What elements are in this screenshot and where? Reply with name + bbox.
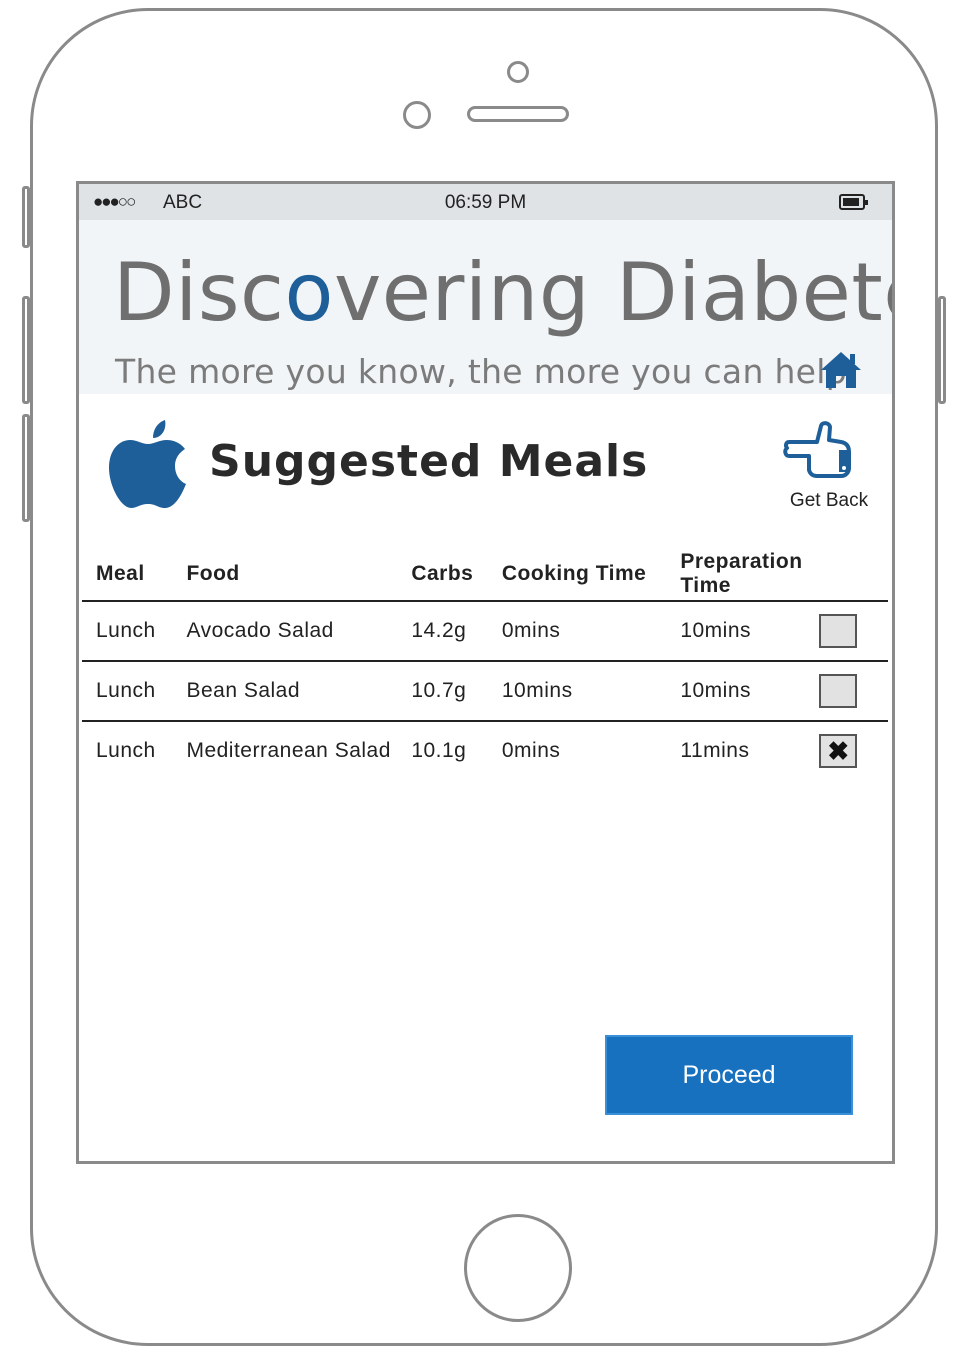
cell-select: ✖ — [819, 721, 888, 780]
meal-select-checkbox[interactable]: ✖ — [819, 734, 858, 768]
app-title-part1: Disc — [113, 246, 285, 339]
cell-meal: Lunch — [82, 661, 187, 722]
cell-preparation-time: 10mins — [680, 601, 820, 662]
app-tagline: The more you know, the more you can help… — [115, 352, 858, 391]
power-button[interactable] — [938, 296, 946, 404]
cell-preparation-time: 11mins — [680, 739, 750, 762]
table-row[interactable]: Lunch Mediterranean Salad 10.1g 0mins 11… — [82, 721, 888, 780]
column-header-select — [819, 544, 888, 602]
cell-select — [819, 661, 888, 722]
cell-food: Bean Salad — [186, 661, 412, 722]
front-camera — [507, 61, 529, 83]
column-header-carbs: Carbs — [411, 544, 502, 602]
cell-preparation-time: 10mins — [680, 661, 820, 722]
app-screen: ●●●○○ ABC 06:59 PM Discovering Diabetes … — [76, 181, 895, 1164]
page-title: Suggested Meals — [209, 436, 649, 487]
column-header-meal: Meal — [82, 544, 187, 602]
cell-food: Avocado Salad — [186, 601, 412, 662]
column-header-preparation-time: Preparation Time — [680, 544, 820, 602]
mute-switch[interactable] — [22, 186, 30, 248]
meal-select-checkbox[interactable] — [819, 614, 858, 648]
checked-x-icon: ✖ — [827, 736, 850, 766]
cell-cooking-time: 0mins — [501, 739, 561, 762]
proceed-button[interactable]: Proceed — [605, 1035, 853, 1115]
column-header-cooking-time: Cooking Time — [501, 544, 681, 602]
hardware-home-button[interactable] — [464, 1214, 572, 1322]
cell-select — [819, 601, 888, 662]
get-back-label: Get Back — [789, 490, 869, 511]
cell-carbs: 14.2g — [411, 601, 502, 662]
battery-icon — [839, 194, 868, 210]
app-title: Discovering Diabetes — [113, 246, 892, 339]
cell-meal: Lunch — [82, 601, 187, 662]
cell-cooking-time: 0mins — [501, 601, 681, 662]
volume-down-button[interactable] — [22, 414, 30, 522]
table-header-row: Meal Food Carbs Cooking Time Preparation… — [82, 544, 888, 602]
get-back-button[interactable]: Get Back — [779, 420, 879, 516]
proximity-sensor — [403, 101, 431, 129]
volume-up-button[interactable] — [22, 296, 30, 404]
earpiece-speaker — [467, 106, 569, 122]
cell-carbs: 10.1g — [411, 739, 467, 762]
status-time: 06:59 PM — [444, 192, 527, 213]
meal-select-checkbox[interactable] — [819, 674, 858, 708]
table-row[interactable]: Lunch Bean Salad 10.7g 10mins 10mins — [82, 661, 888, 722]
home-icon[interactable] — [819, 350, 863, 390]
app-title-logo-o: o — [284, 246, 334, 339]
apple-icon — [109, 420, 186, 508]
pointing-hand-icon — [783, 421, 851, 478]
app-title-part2: vering Diabetes — [333, 246, 892, 339]
table-row[interactable]: Lunch Avocado Salad 14.2g 0mins 10mins — [82, 601, 888, 662]
status-bar: ●●●○○ ABC 06:59 PM — [79, 184, 892, 220]
suggested-meals-table: Meal Food Carbs Cooking Time Preparation… — [82, 544, 888, 780]
cell-carbs: 10.7g — [411, 661, 502, 722]
cell-cooking-time: 10mins — [501, 661, 681, 722]
app-banner: Discovering Diabetes The more you know, … — [79, 220, 892, 394]
cell-food: Mediterranean Salad — [186, 739, 391, 762]
column-header-food: Food — [186, 544, 412, 602]
cell-meal: Lunch — [96, 739, 156, 762]
